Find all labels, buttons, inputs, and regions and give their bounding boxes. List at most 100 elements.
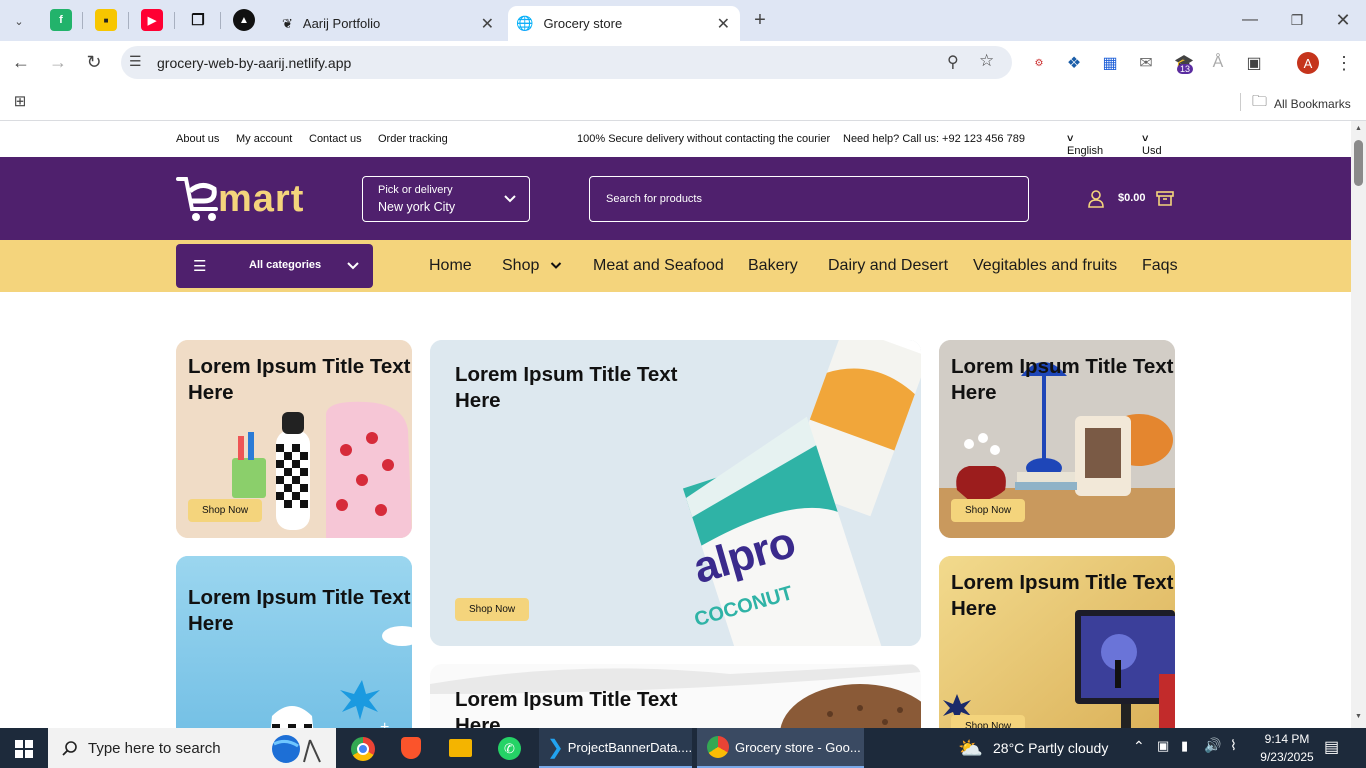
taskbar-app-chrome[interactable]: Grocery store - Goo... [697,728,864,768]
extension-round-icon[interactable]: ❖ [1063,52,1085,74]
cart-basket-icon[interactable] [1156,190,1174,206]
help-phone-text: Need help? Call us: +92 123 456 789 [843,133,1025,145]
banner-card-large[interactable]: Lorem Ipsum Title Text Here [430,664,921,728]
meet-now-icon[interactable]: ▣ [1157,738,1169,754]
scrollbar-thumb[interactable] [1354,140,1363,186]
new-tab-plus-icon[interactable]: + [748,8,772,32]
taskbar-search-box[interactable]: Type here to search [48,728,336,768]
tab-grocery-store[interactable]: 🌐 Grocery store ✕ [508,6,740,41]
link-contact-us[interactable]: Contact us [309,133,362,145]
scroll-up-icon[interactable]: ▲ [1355,125,1362,132]
weather-text[interactable]: 28°C Partly cloudy [993,740,1108,756]
nav-meat-seafood[interactable]: Meat and Seafood [593,257,724,275]
address-bar[interactable]: ☰ grocery-web-by-aarij.netlify.app ⚲ ☆ [121,46,1012,79]
battery-icon[interactable]: ▮ [1181,738,1188,754]
shop-now-button[interactable]: Shop Now [188,499,263,522]
pinned-tab-cube-icon[interactable]: ❒ [187,9,209,31]
secure-delivery-text: 100% Secure delivery without contacting … [577,133,831,145]
main-nav: ☰ All categories Home Shop Meat and Seaf… [0,240,1351,292]
nav-dairy-desert[interactable]: Dairy and Desert [828,257,948,275]
reload-icon[interactable]: ↻ [83,51,105,73]
pinned-tab-ft-icon[interactable]: f [50,9,72,31]
windows-start-icon[interactable] [15,740,33,758]
all-categories-button[interactable]: ☰ All categories [176,244,373,288]
scroll-down-icon[interactable]: ▼ [1355,713,1362,720]
logo-text: mart [218,178,305,220]
back-icon[interactable]: ← [10,51,32,73]
extensions-puzzle-icon[interactable]: ▣ [1243,52,1265,74]
link-my-account[interactable]: My account [236,133,292,145]
pinned-tab-triangle-icon[interactable]: ▲ [233,9,255,31]
volume-icon[interactable]: 🔊 [1204,737,1221,754]
network-icon[interactable]: ⌇ [1230,737,1237,754]
nav-faqs[interactable]: Faqs [1142,257,1178,275]
banner-card[interactable]: + Lorem Ipsum Title Text Here [176,556,412,728]
tab-aarij-portfolio[interactable]: ❦ Aarij Portfolio ✕ [268,6,504,41]
taskbar-app-vscode[interactable]: ❯ ProjectBannerData.... [539,728,692,768]
weather-cloud-icon[interactable]: ⛅ [958,736,983,761]
search-highlight-image [272,735,321,763]
product-search-input[interactable]: Search for products [589,176,1029,222]
chrome-icon [707,736,729,758]
profile-avatar[interactable]: A [1297,52,1319,74]
web-page: About us My account Contact us Order tra… [0,121,1351,728]
folder-icon: 🗀 [1252,93,1268,110]
shop-now-button[interactable]: Shop Now [455,598,530,621]
link-order-tracking[interactable]: Order tracking [378,133,448,145]
chrome-taskbar-icon[interactable] [351,737,375,761]
search-icon [62,741,77,756]
extension-acrobat-icon[interactable]: Å [1207,52,1229,74]
clock-date[interactable]: 9/23/2025 [1253,750,1321,764]
whatsapp-icon[interactable]: ✆ [498,737,521,760]
site-logo[interactable]: mart [176,175,308,223]
link-about-us[interactable]: About us [176,133,219,145]
close-window-icon[interactable]: ✕ [1331,8,1355,32]
shop-now-button[interactable]: Shop Now [951,715,1026,728]
chevron-down-icon [550,262,562,270]
notifications-icon[interactable]: ▤ [1324,737,1339,757]
chevron-down-icon: ˅ [1142,133,1149,145]
nav-home[interactable]: Home [429,257,472,275]
apps-grid-icon[interactable]: ⊞ [10,91,30,111]
language-select[interactable]: English ˅ [1067,133,1103,157]
pinned-tab-youtube-icon[interactable]: ▶ [141,9,163,31]
windows-taskbar: Type here to search ✆ ❯ ProjectBannerDat… [0,728,1366,768]
page-scrollbar[interactable]: ▲ ▼ [1351,121,1366,728]
browser-menu-icon[interactable]: ⋮ [1333,52,1355,74]
svg-text:+: + [380,719,389,728]
zoom-icon[interactable]: ⚲ [947,52,959,72]
minimize-icon[interactable]: — [1238,8,1262,32]
extension-chart-icon[interactable]: ▦ [1099,52,1121,74]
all-bookmarks-button[interactable]: 🗀 All Bookmarks [1252,91,1351,116]
close-tab-icon[interactable]: ✕ [717,14,730,34]
chevron-down-icon: ˅ [1067,133,1074,145]
banner-card-large[interactable]: alpro COCONUT Lorem Ipsum Title Text Her… [430,340,921,646]
vscode-icon: ❯ [547,736,564,759]
show-hidden-icons-icon[interactable]: ⌃ [1133,738,1145,755]
shop-now-button[interactable]: Shop Now [951,499,1026,522]
chevron-down-icon [347,262,359,270]
clock-time[interactable]: 9:14 PM [1257,732,1317,746]
close-tab-icon[interactable]: ✕ [481,14,494,34]
extension-mail-icon[interactable]: ✉ [1135,52,1157,74]
extension-translate-icon[interactable]: ⚙ [1028,52,1050,74]
delivery-location-select[interactable]: Pick or delivery New york City [362,176,530,222]
file-explorer-icon[interactable] [449,739,472,757]
tab-search-chevron-icon[interactable]: ⌄ [8,10,30,32]
banner-card[interactable]: Lorem Ipsum Title Text Here Shop Now [939,556,1175,728]
banner-card[interactable]: Lorem Ipsum Title Text Here Shop Now [939,340,1175,538]
nav-vegetables-fruits[interactable]: Vegitables and fruits [973,257,1117,275]
bookmark-star-icon[interactable]: ☆ [979,51,994,71]
bookmarks-bar: ⊞ 🗀 All Bookmarks [0,83,1366,121]
cart-total: $0.00 [1118,192,1146,204]
nav-shop[interactable]: Shop [502,257,562,275]
currency-select[interactable]: Usd ˅ [1142,133,1162,157]
nav-bakery[interactable]: Bakery [748,257,798,275]
forward-icon[interactable]: → [47,51,69,73]
user-icon[interactable] [1088,190,1104,208]
pinned-tab-daraz-icon[interactable]: ■ [95,9,117,31]
restore-icon[interactable]: ❐ [1285,8,1309,32]
site-settings-icon[interactable]: ☰ [129,53,142,70]
brave-taskbar-icon[interactable] [401,737,421,759]
banner-card[interactable]: Lorem Ipsum Title Text Here Shop Now [176,340,412,538]
